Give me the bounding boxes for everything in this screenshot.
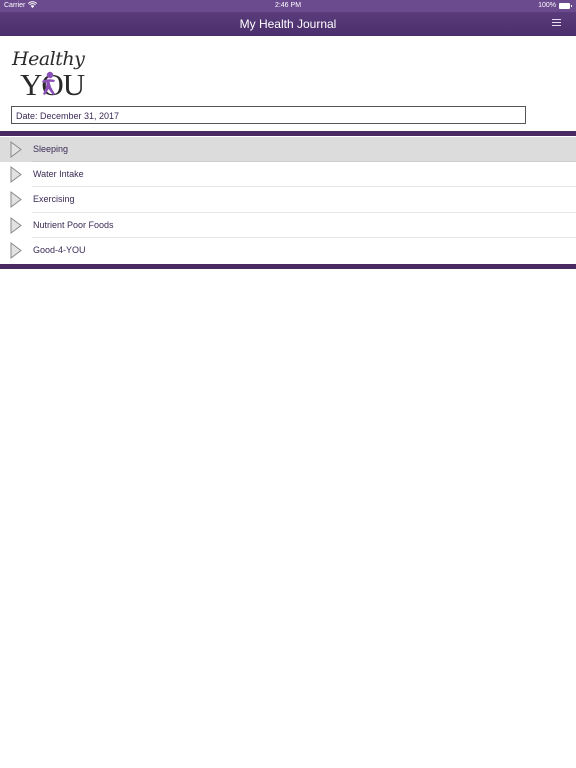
list-item-good-4-you[interactable]: Good-4-YOU: [0, 238, 576, 263]
list-item-label: Water Intake: [33, 169, 84, 180]
list-item-label: Exercising: [33, 194, 75, 205]
nav-bar: My Health Journal: [0, 12, 576, 36]
list-item-exercising[interactable]: Exercising: [0, 187, 576, 213]
list-item-label: Sleeping: [33, 144, 69, 154]
list-item-nutrient-poor-foods[interactable]: Nutrient Poor Foods: [0, 213, 576, 238]
battery-percent: 100%: [538, 2, 556, 9]
list-item-label: Good-4-YOU: [33, 244, 86, 255]
hamburger-menu-icon[interactable]: [550, 17, 564, 31]
divider-band-bottom: [0, 264, 576, 269]
list-item-sleeping[interactable]: Sleeping: [0, 137, 576, 163]
logo-figure-icon: [42, 71, 55, 95]
divider-band-top: [0, 131, 576, 136]
list-item-label: Nutrient Poor Foods: [33, 219, 114, 230]
triangle-arrow-icon: [10, 166, 22, 184]
journal-category-list: Sleeping Water Intake Exercising Nutrien…: [0, 137, 576, 263]
triangle-arrow-icon: [10, 241, 22, 259]
date-field[interactable]: Date: December 31, 2017: [11, 106, 526, 124]
status-bar: Carrier 2:46 PM 100%: [0, 0, 576, 12]
battery-icon: [559, 3, 572, 9]
triangle-arrow-icon: [10, 141, 22, 158]
triangle-arrow-icon: [10, 191, 22, 209]
healthy-you-logo: Healthy YOU: [12, 48, 92, 102]
page-title: My Health Journal: [239, 17, 337, 31]
triangle-arrow-icon: [10, 216, 22, 234]
clock: 2:46 PM: [274, 2, 302, 9]
list-item-water-intake[interactable]: Water Intake: [0, 162, 576, 188]
